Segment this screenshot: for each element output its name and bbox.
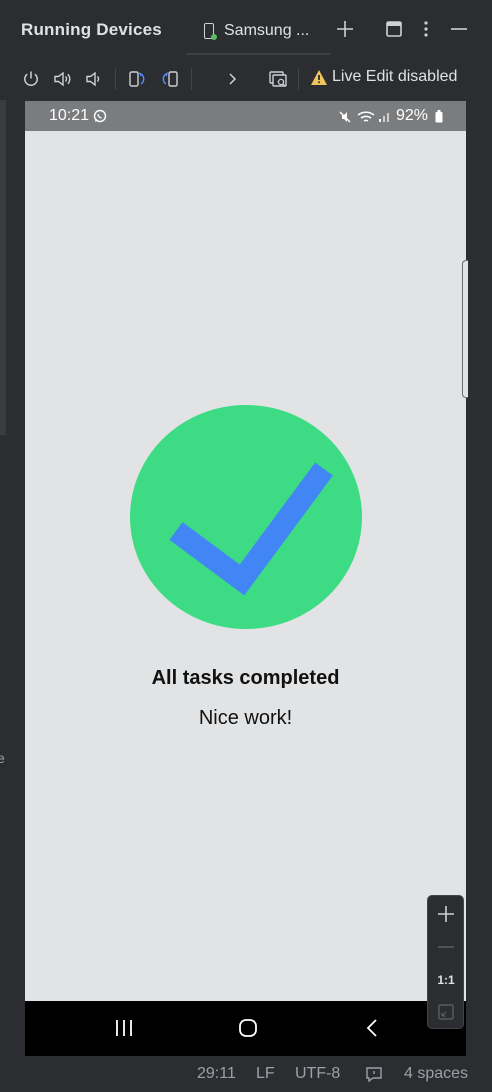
warning-icon <box>311 69 327 85</box>
tool-window-title: Running Devices <box>21 20 162 39</box>
tab-underline <box>186 53 330 55</box>
device-frame-handle[interactable] <box>462 260 468 398</box>
chevron-right-icon[interactable] <box>220 67 244 91</box>
back-icon[interactable] <box>362 1017 384 1039</box>
line-ending[interactable]: LF <box>256 1065 275 1083</box>
zoom-fit-icon[interactable] <box>434 1000 458 1024</box>
device-tab-samsung[interactable]: Samsung ... <box>186 9 330 55</box>
window-layout-icon[interactable] <box>382 17 406 41</box>
tool-window-header: Running Devices Samsung ... <box>0 0 492 60</box>
live-edit-label: Live Edit disabled <box>332 68 458 85</box>
app-content: All tasks completed Nice work! <box>25 131 466 1001</box>
minimize-icon[interactable] <box>447 17 471 41</box>
caret-position[interactable]: 29:11 <box>197 1065 236 1083</box>
success-checkmark-icon <box>130 405 362 629</box>
zoom-out-icon[interactable] <box>434 935 458 959</box>
home-icon[interactable] <box>237 1017 259 1039</box>
wifi-icon <box>357 111 375 122</box>
toolbar-separator <box>298 68 299 90</box>
device-screen[interactable]: 10:21 92% All tasks completed Nice work! <box>25 101 466 1056</box>
signal-icon <box>379 113 389 122</box>
device-tab-label: Samsung ... <box>224 22 310 39</box>
rotate-left-icon[interactable] <box>125 67 149 91</box>
battery-level: 92% <box>396 107 429 124</box>
rotate-right-icon[interactable] <box>158 67 182 91</box>
more-vertical-icon[interactable] <box>414 17 438 41</box>
whatsapp-icon <box>93 109 107 123</box>
completion-message: Nice work! <box>198 707 293 729</box>
indent-setting[interactable]: 4 spaces <box>404 1065 468 1083</box>
zoom-in-icon[interactable] <box>434 902 458 926</box>
completion-headline: All tasks completed <box>151 667 340 689</box>
plus-icon[interactable] <box>333 17 357 41</box>
android-navigation-bar <box>25 1001 466 1056</box>
volume-up-icon[interactable] <box>51 67 75 91</box>
battery-icon <box>435 110 443 123</box>
left-panel-edge <box>0 100 6 435</box>
toolbar-separator <box>115 68 116 90</box>
zoom-controls: 1:1 <box>427 895 464 1029</box>
mute-icon <box>339 111 351 123</box>
recents-icon[interactable] <box>113 1017 135 1039</box>
ide-status-bar: 29:11 LF UTF-8 4 spaces <box>0 1056 492 1092</box>
volume-down-icon[interactable] <box>82 67 106 91</box>
power-icon[interactable] <box>19 67 43 91</box>
android-status-bar: 10:21 92% <box>25 101 466 131</box>
device-toolbar: Live Edit disabled <box>0 60 492 100</box>
device-online-indicator <box>211 34 217 40</box>
left-panel-clipped-text: e <box>0 750 5 766</box>
file-encoding[interactable]: UTF-8 <box>295 1065 340 1083</box>
screen-record-icon[interactable] <box>266 67 290 91</box>
zoom-actual-size-button[interactable]: 1:1 <box>434 968 458 992</box>
toolbar-separator <box>191 68 192 90</box>
status-time: 10:21 <box>49 107 90 124</box>
comment-icon[interactable] <box>365 1066 383 1083</box>
live-edit-status[interactable]: Live Edit disabled <box>310 68 457 86</box>
